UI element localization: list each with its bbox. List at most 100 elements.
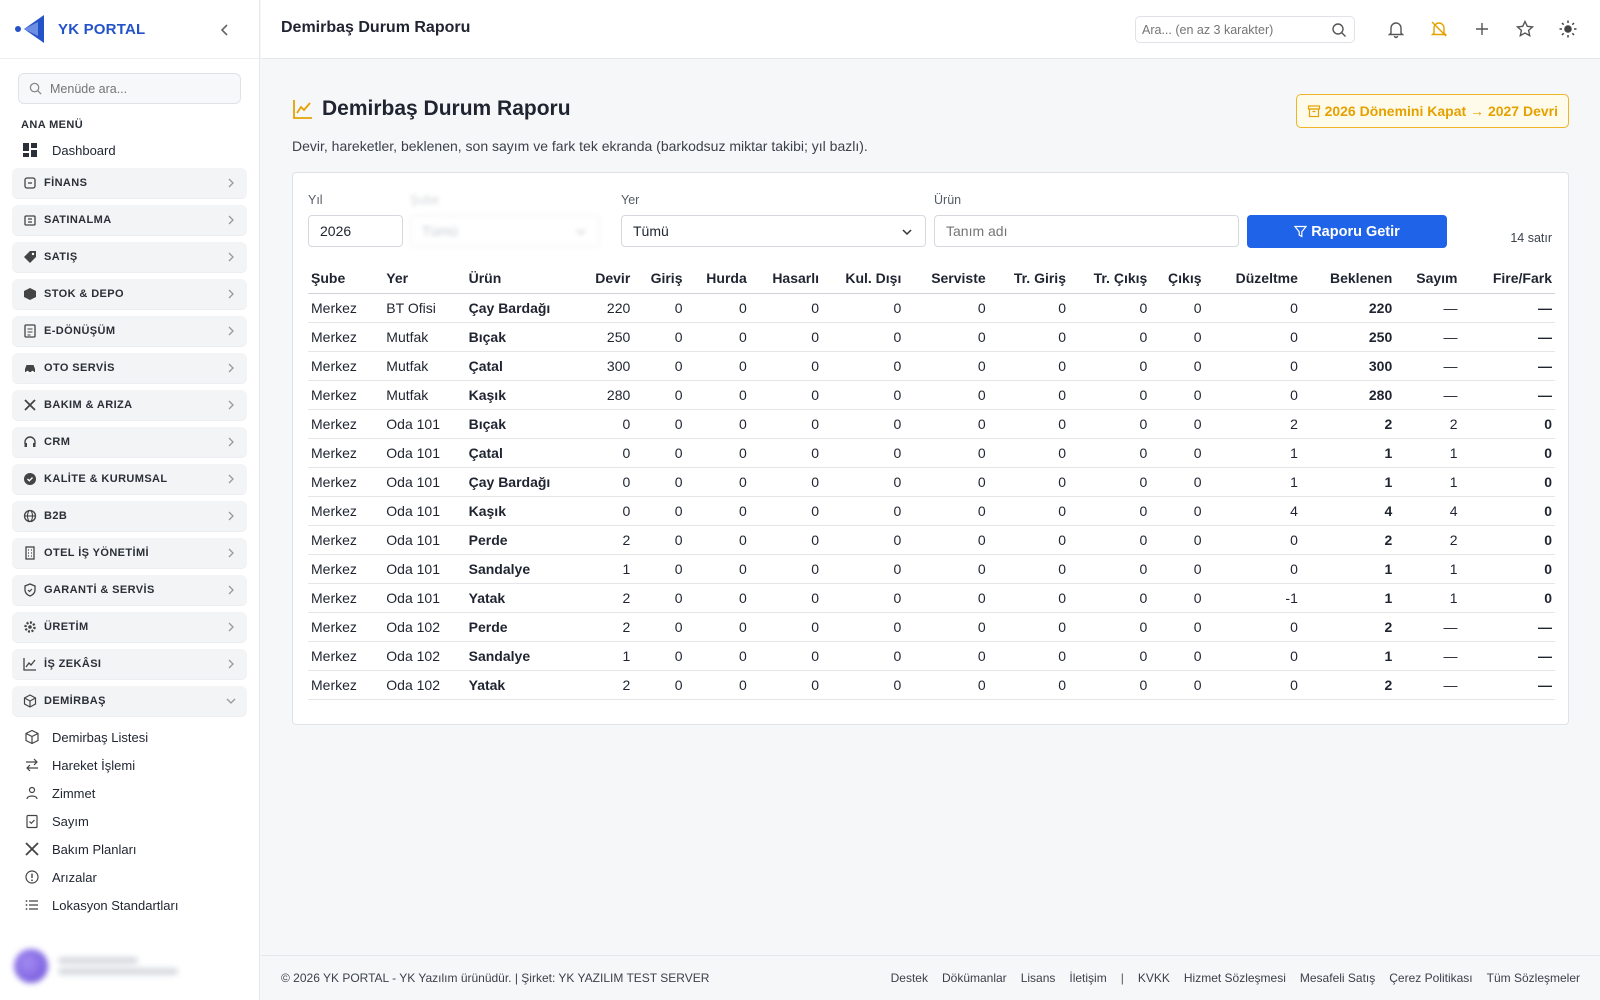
table-cell: Perde — [465, 525, 580, 555]
sidebar-item-kalite[interactable]: KALİTE & KURUMSAL — [12, 464, 247, 494]
bell-off-icon[interactable] — [1429, 19, 1449, 39]
sidebar-item-bakim-planlari[interactable]: Bakım Planları — [0, 835, 259, 863]
table-cell: 0 — [822, 554, 905, 584]
menu-search-input[interactable] — [50, 81, 230, 96]
menu-search[interactable] — [18, 73, 241, 104]
sidebar-item-demirbas-listesi[interactable]: Demirbaş Listesi — [0, 723, 259, 751]
table-cell: 0 — [749, 293, 823, 323]
sidebar-item-is-zekasi[interactable]: İŞ ZEKÂSI — [12, 649, 247, 679]
footer-link-mesafeli[interactable]: Mesafeli Satış — [1300, 971, 1375, 985]
footer-link-lisans[interactable]: Lisans — [1021, 971, 1056, 985]
headset-icon — [24, 436, 36, 447]
table-cell: 0 — [749, 641, 823, 671]
run-report-button[interactable]: Raporu Getir — [1247, 215, 1447, 248]
sidebar-item-otel[interactable]: OTEL İŞ YÖNETİMİ — [12, 538, 247, 568]
sidebar-item-e-donusum[interactable]: E-DÖNÜŞÜM — [12, 316, 247, 346]
table-cell: 0 — [633, 380, 686, 410]
sidebar-item-bakim-ariza[interactable]: BAKIM & ARIZA — [12, 390, 247, 420]
table-cell: 0 — [1460, 467, 1555, 497]
branch-select[interactable]: Tümü — [410, 215, 600, 247]
sidebar-item-zimmet[interactable]: Zimmet — [0, 779, 259, 807]
table-row[interactable]: Merkez Oda 101 Kaşık 0 0 0 0 0 0 0 0 0 4 4 4 0 — [308, 496, 1555, 526]
footer-link-dokumanlar[interactable]: Dökümanlar — [942, 971, 1007, 985]
bell-icon[interactable] — [1386, 19, 1406, 39]
table-row[interactable]: Merkez Oda 101 Bıçak 0 0 0 0 0 0 0 0 0 2 2 2 0 — [308, 409, 1555, 439]
table-cell: 2 — [579, 583, 634, 613]
table-cell: Mutfak — [383, 322, 466, 352]
footer-link-kvkk[interactable]: KVKK — [1138, 971, 1170, 985]
global-search-input[interactable] — [1142, 22, 1322, 37]
table-cell: 0 — [685, 670, 750, 700]
footer-link-cerez[interactable]: Çerez Politikası — [1389, 971, 1472, 985]
global-search[interactable] — [1135, 16, 1355, 43]
place-select[interactable]: Tümü — [621, 215, 926, 247]
table-cell: — — [1460, 322, 1555, 352]
sidebar-item-crm[interactable]: CRM — [12, 427, 247, 457]
table-cell: 0 — [1068, 496, 1151, 526]
table-cell: 2 — [1395, 409, 1461, 439]
sidebar-item-garanti[interactable]: GARANTİ & SERVİS — [12, 575, 247, 605]
table-cell: 0 — [579, 467, 634, 497]
table-cell: 0 — [822, 409, 905, 439]
table-row[interactable]: Merkez Oda 101 Perde 2 0 0 0 0 0 0 0 0 0 2 2 0 — [308, 525, 1555, 555]
sidebar-item-dashboard[interactable]: Dashboard — [22, 135, 259, 165]
table-cell: Yatak — [465, 583, 580, 613]
table-cell: Oda 102 — [383, 670, 466, 700]
sub-label: Hareket İşlemi — [52, 757, 136, 773]
table-cell: 0 — [1068, 670, 1151, 700]
table-row[interactable]: Merkez Oda 101 Çatal 0 0 0 0 0 0 0 0 0 1 1 1 0 — [308, 438, 1555, 468]
column-header: Ürün — [465, 264, 580, 294]
sidebar-item-stok-depo[interactable]: STOK & DEPO — [12, 279, 247, 309]
sidebar-item-satinalma[interactable]: SATINALMA — [12, 205, 247, 235]
user-assign-icon — [26, 786, 38, 800]
collapse-sidebar-icon[interactable] — [215, 20, 235, 40]
table-cell: Merkez — [308, 641, 384, 671]
chevron-down-icon — [902, 229, 912, 236]
table-cell: 0 — [988, 583, 1069, 613]
table-row[interactable]: Merkez BT Ofisi Çay Bardağı 220 0 0 0 0 0 0 0 0 0 220… — [308, 293, 1555, 323]
table-cell: Oda 101 — [383, 496, 466, 526]
sidebar-item-lokasyon[interactable]: Lokasyon Standartları — [0, 891, 259, 919]
table-row[interactable]: Merkez Oda 101 Çay Bardağı 0 0 0 0 0 0 0 0 0 1 1 1 0 — [308, 467, 1555, 497]
table-cell: 0 — [1460, 554, 1555, 584]
user-card[interactable] — [14, 946, 246, 986]
sidebar-item-finans[interactable]: FİNANS — [12, 168, 247, 198]
document-icon — [24, 324, 36, 338]
sidebar-item-sayim[interactable]: Sayım — [0, 807, 259, 835]
table-cell: 1 — [1204, 467, 1301, 497]
sidebar-item-demirbas[interactable]: DEMİRBAŞ — [12, 686, 247, 716]
chevron-right-icon — [228, 437, 234, 447]
table-row[interactable]: Merkez Oda 102 Perde 2 0 0 0 0 0 0 0 0 0 2— — — [308, 612, 1555, 642]
table-cell: 300 — [1300, 351, 1396, 381]
chevron-right-icon — [228, 178, 234, 188]
list-icon — [25, 900, 38, 910]
sidebar-item-arizalar[interactable]: Arızalar — [0, 863, 259, 891]
sidebar-item-oto-servis[interactable]: OTO SERVİS — [12, 353, 247, 383]
table-row[interactable]: Merkez Mutfak Kaşık 280 0 0 0 0 0 0 0 0 0 280— — — [308, 380, 1555, 410]
footer-link-sozlesmeler[interactable]: Tüm Sözleşmeler — [1487, 971, 1580, 985]
table-header-row: Şube Yer Ürün Devir Giriş Hurda Hasarlı Kul. Dı… — [308, 264, 1555, 294]
search-icon[interactable] — [1331, 22, 1347, 38]
year-input[interactable]: 2026 — [308, 215, 403, 247]
footer: © 2026 YK PORTAL - YK Yazılım ürünüdür. … — [261, 955, 1600, 1000]
sidebar-item-satis[interactable]: SATIŞ — [12, 242, 247, 272]
star-icon[interactable] — [1515, 19, 1535, 39]
product-input[interactable] — [934, 215, 1239, 247]
table-cell: Oda 101 — [383, 554, 466, 584]
table-row[interactable]: Merkez Oda 101 Yatak 2 0 0 0 0 0 0 0 0 -1 1 1 0 — [308, 583, 1555, 613]
sidebar-item-b2b[interactable]: B2B — [12, 501, 247, 531]
table-row[interactable]: Merkez Mutfak Çatal 300 0 0 0 0 0 0 0 0 0 300— — — [308, 351, 1555, 381]
footer-link-iletisim[interactable]: İletişim — [1069, 971, 1106, 985]
plus-icon[interactable] — [1472, 19, 1492, 39]
table-row[interactable]: Merkez Oda 101 Sandalye 1 0 0 0 0 0 0 0 0 0 1 1 0 — [308, 554, 1555, 584]
sidebar-item-hareket-islemi[interactable]: Hareket İşlemi — [0, 751, 259, 779]
footer-link-hizmet[interactable]: Hizmet Sözleşmesi — [1184, 971, 1286, 985]
table-row[interactable]: Merkez Mutfak Bıçak 250 0 0 0 0 0 0 0 0 0 250— — — [308, 322, 1555, 352]
close-period-button[interactable]: 2026 Dönemini Kapat → 2027 Devri — [1295, 94, 1569, 128]
table-row[interactable]: Merkez Oda 102 Sandalye 1 0 0 0 0 0 0 0 0 0 1— — — [308, 641, 1555, 671]
table-cell: 280 — [579, 380, 634, 410]
table-row[interactable]: Merkez Oda 102 Yatak 2 0 0 0 0 0 0 0 0 0 2— — — [308, 670, 1555, 700]
sidebar-item-uretim[interactable]: ÜRETİM — [12, 612, 247, 642]
theme-sun-icon[interactable] — [1558, 19, 1578, 39]
footer-link-destek[interactable]: Destek — [891, 971, 928, 985]
